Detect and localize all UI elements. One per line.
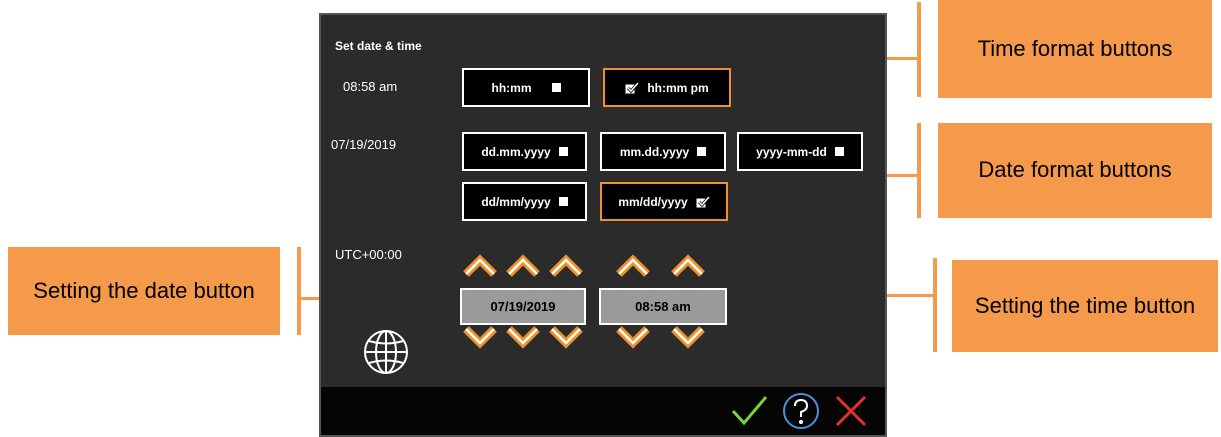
date-time-dialog: Set date & time 08:58 am 07/19/2019 UTC+… bbox=[319, 13, 887, 437]
set-time-button[interactable]: 08:58 am bbox=[599, 288, 727, 325]
date-format-label: mm/dd/yyyy bbox=[618, 194, 688, 209]
time-format-hhmm-button[interactable]: hh:mm bbox=[462, 68, 590, 107]
callout-time-format: Time format buttons bbox=[938, 0, 1212, 98]
callout-set-date: Setting the date button bbox=[8, 247, 280, 335]
unchecked-box-icon bbox=[697, 147, 707, 156]
time-hour-up-icon[interactable] bbox=[616, 250, 650, 280]
timezone-label: UTC+00:00 bbox=[335, 247, 402, 262]
callout-time-format-bracket bbox=[917, 2, 921, 97]
time-format-hhmm-pm-button[interactable]: hh:mm pm bbox=[603, 68, 731, 107]
callout-set-date-bracket bbox=[297, 247, 301, 335]
date-format-label: dd/mm/yyyy bbox=[481, 194, 551, 209]
callout-date-format-bracket bbox=[917, 123, 921, 218]
unchecked-box-icon bbox=[558, 197, 568, 206]
date-day-down-icon[interactable] bbox=[506, 323, 540, 353]
current-date-label: 07/19/2019 bbox=[331, 137, 397, 152]
date-format-label: yyyy-mm-dd bbox=[756, 144, 827, 159]
date-format-label: dd.mm.yyyy bbox=[481, 144, 551, 159]
bottom-action-bar bbox=[321, 387, 885, 435]
date-format-dd-mm-yyyy-button[interactable]: dd.mm.yyyy bbox=[462, 132, 587, 171]
callout-set-time: Setting the time button bbox=[952, 260, 1218, 352]
date-format-mm-dd-yyyy-button[interactable]: mm.dd.yyyy bbox=[600, 132, 726, 171]
date-format-dd-slash-mm-yyyy-button[interactable]: dd/mm/yyyy bbox=[462, 182, 587, 221]
date-format-label: mm.dd.yyyy bbox=[619, 144, 690, 159]
date-year-up-icon[interactable] bbox=[549, 250, 583, 280]
time-format-hhmm-pm-label: hh:mm pm bbox=[647, 80, 709, 95]
globe-icon[interactable] bbox=[361, 327, 411, 377]
dialog-title: Set date & time bbox=[335, 39, 422, 53]
time-minute-down-icon[interactable] bbox=[671, 323, 705, 353]
callout-set-time-bracket bbox=[933, 258, 937, 352]
callout-date-format: Date format buttons bbox=[938, 123, 1212, 218]
unchecked-box-icon bbox=[834, 147, 844, 156]
unchecked-box-icon bbox=[551, 83, 561, 92]
set-date-button[interactable]: 07/19/2019 bbox=[460, 288, 586, 325]
checked-box-icon bbox=[696, 195, 710, 207]
checkmark-icon[interactable] bbox=[729, 393, 769, 429]
help-icon[interactable] bbox=[781, 391, 821, 431]
date-month-down-icon[interactable] bbox=[463, 323, 497, 353]
current-time-label: 08:58 am bbox=[343, 79, 398, 94]
time-hour-down-icon[interactable] bbox=[616, 323, 650, 353]
time-minute-up-icon[interactable] bbox=[671, 250, 705, 280]
close-icon[interactable] bbox=[831, 391, 871, 431]
unchecked-box-icon bbox=[558, 147, 568, 156]
date-month-up-icon[interactable] bbox=[463, 250, 497, 280]
date-day-up-icon[interactable] bbox=[506, 250, 540, 280]
date-format-mm-slash-dd-yyyy-button[interactable]: mm/dd/yyyy bbox=[600, 182, 728, 221]
date-format-yyyy-mm-dd-button[interactable]: yyyy-mm-dd bbox=[737, 132, 863, 171]
date-year-down-icon[interactable] bbox=[549, 323, 583, 353]
checked-box-icon bbox=[625, 81, 640, 93]
time-format-hhmm-label: hh:mm bbox=[491, 80, 532, 95]
